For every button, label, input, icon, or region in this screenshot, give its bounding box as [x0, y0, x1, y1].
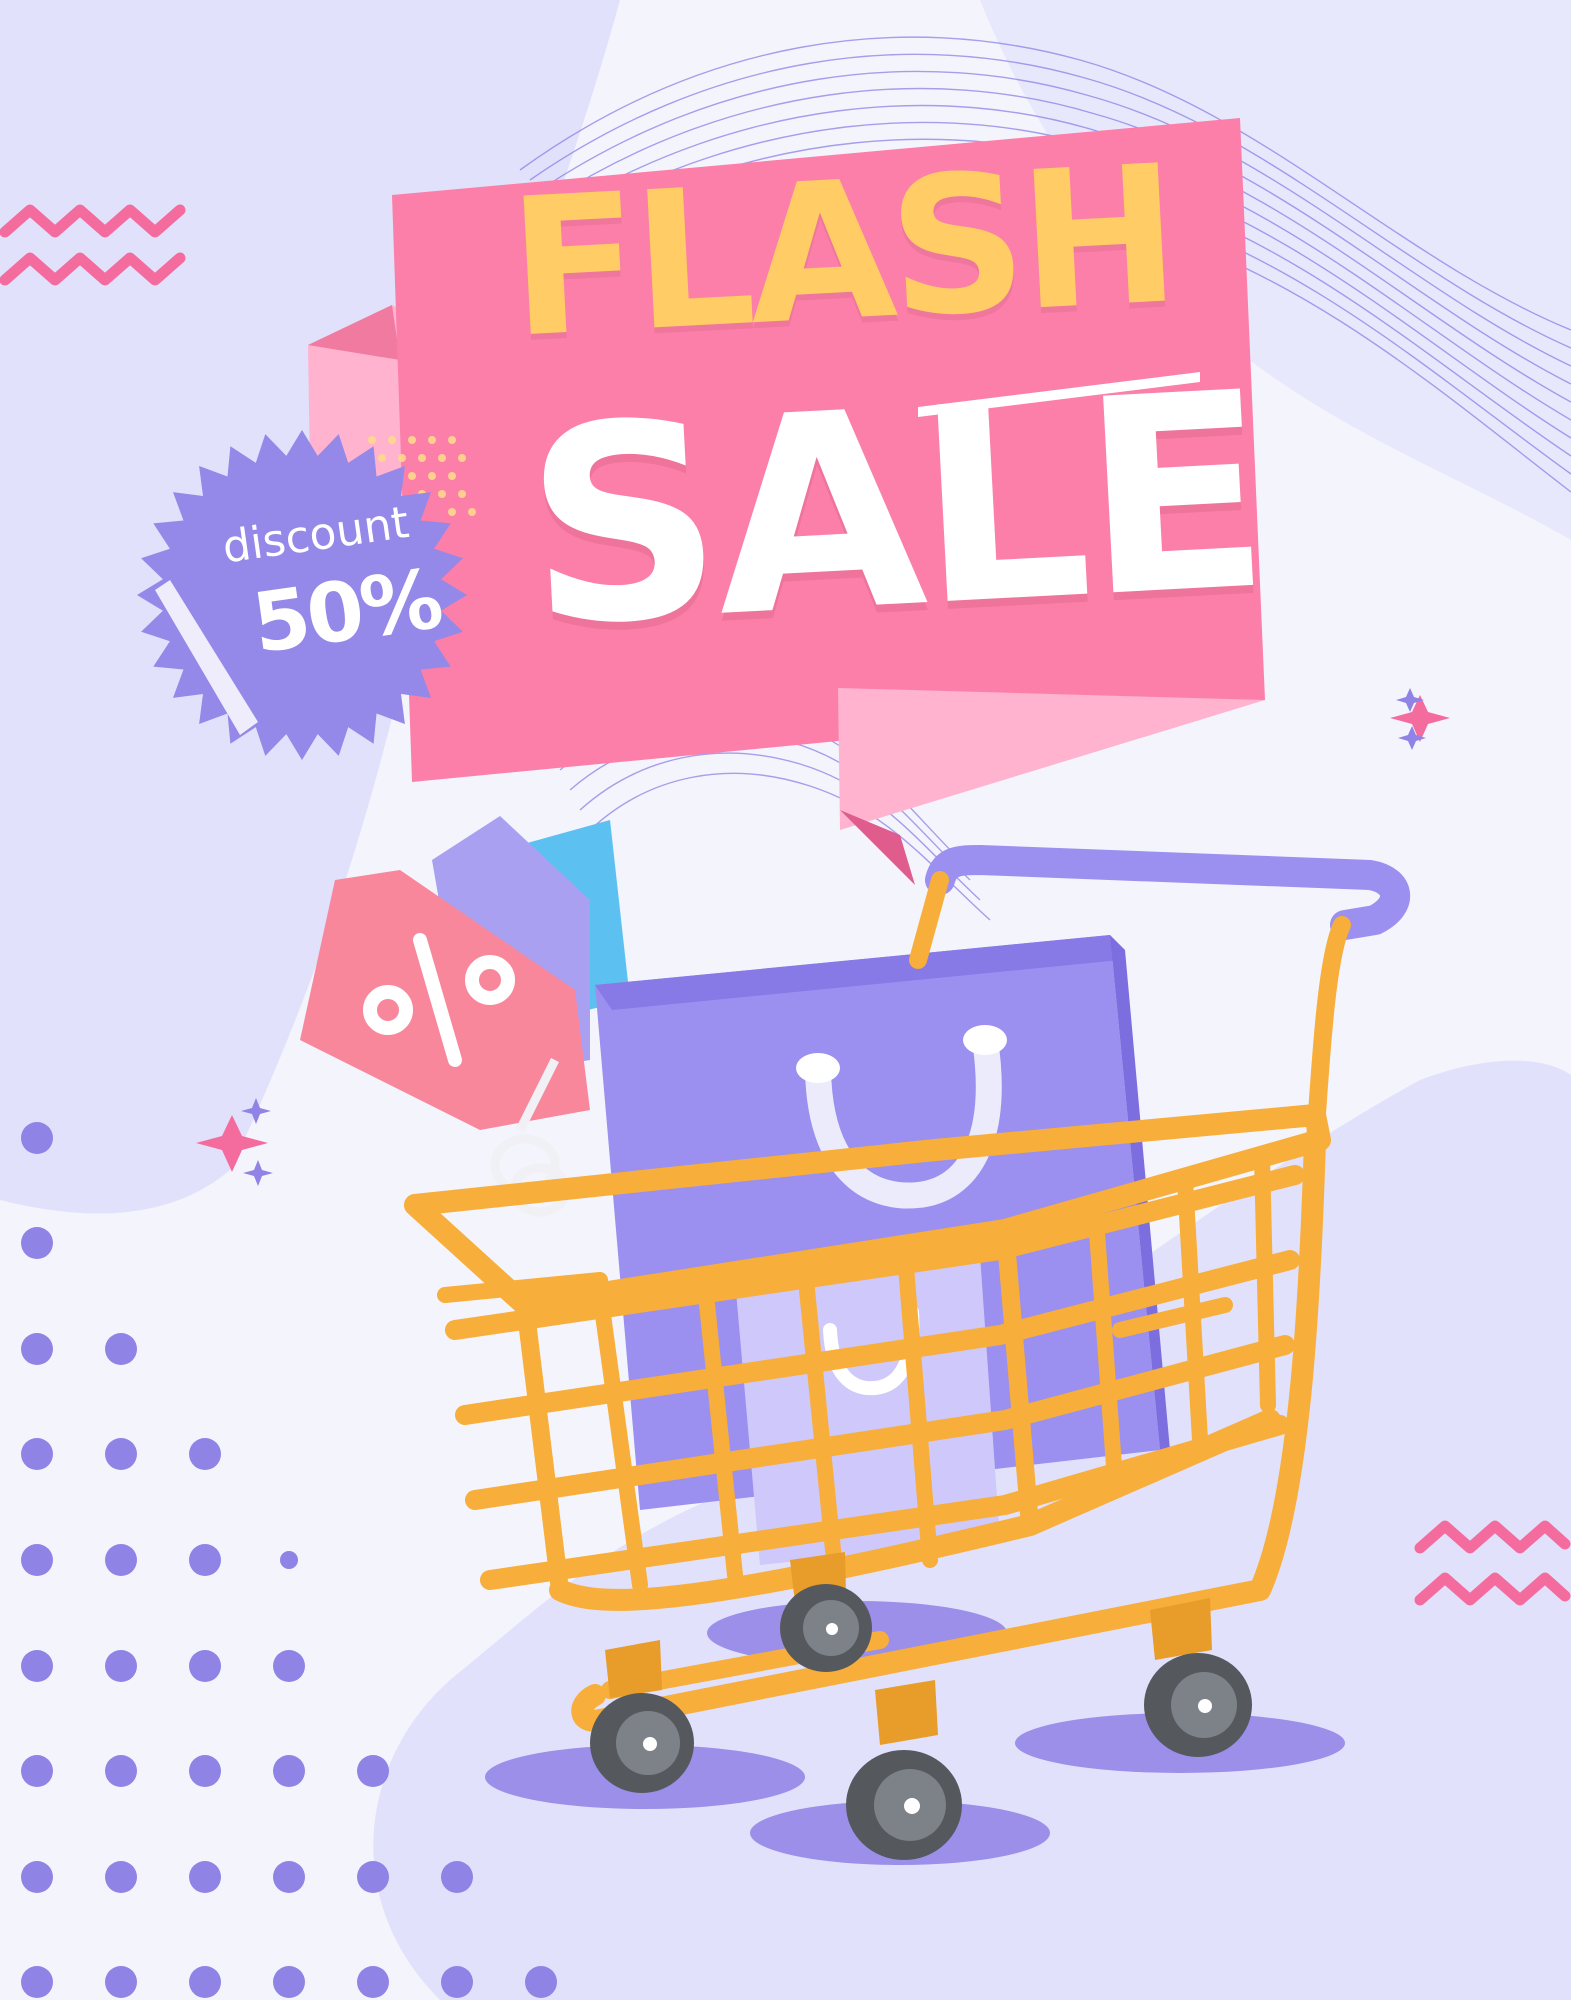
discount-value: 50% [247, 552, 446, 673]
wheel-back-right [1144, 1653, 1252, 1757]
flash-sale-poster: FLASH SALE discount 50% [0, 0, 1571, 2000]
wheel-front-center [846, 1750, 962, 1860]
wheel-back-left [780, 1584, 872, 1672]
headline-sale: SALE [518, 333, 1271, 687]
wheel-front-left [590, 1693, 694, 1793]
headline-flash: FLASH [504, 124, 1179, 380]
